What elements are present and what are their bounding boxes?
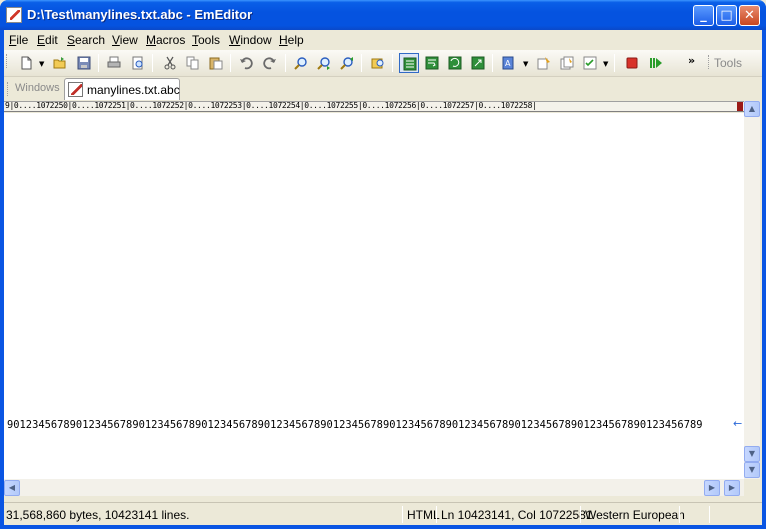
wrap-window-icon[interactable] bbox=[445, 53, 465, 73]
toolbar-separator bbox=[152, 54, 153, 72]
print-preview-icon[interactable] bbox=[128, 53, 148, 73]
menu-bar: File Edit Search View Macros Tools Windo… bbox=[4, 30, 762, 49]
status-divider bbox=[580, 506, 581, 523]
new-document-icon[interactable] bbox=[16, 53, 36, 73]
end-of-line-icon: ← bbox=[733, 417, 743, 430]
status-bar: 31,568,860 bytes, 10423141 lines. HTML L… bbox=[4, 502, 762, 525]
title-bar[interactable]: D:\Test\manylines.txt.abc - EmEditor _ □… bbox=[0, 0, 766, 30]
status-mode[interactable]: HTML bbox=[407, 508, 440, 522]
scrollbar-corner bbox=[744, 479, 760, 496]
find-next-icon[interactable] bbox=[314, 53, 334, 73]
minimize-button[interactable]: _ bbox=[693, 5, 714, 26]
scroll-down-button-1[interactable]: ▼ bbox=[744, 446, 760, 462]
status-divider bbox=[436, 506, 437, 523]
wrap-page-icon[interactable] bbox=[468, 53, 488, 73]
toolbar-separator bbox=[361, 54, 362, 72]
open-folder-icon[interactable] bbox=[50, 53, 70, 73]
redo-icon[interactable] bbox=[260, 53, 280, 73]
find-icon[interactable] bbox=[291, 53, 311, 73]
status-divider bbox=[679, 506, 680, 523]
scroll-right-button-2[interactable]: ▶ bbox=[724, 480, 740, 496]
stop-recording-icon[interactable] bbox=[622, 53, 642, 73]
toolbar-separator bbox=[614, 54, 615, 72]
toolbar-overflow-button[interactable]: » bbox=[688, 54, 695, 67]
maximize-button[interactable]: □ bbox=[716, 5, 737, 26]
toolbar-separator bbox=[230, 54, 231, 72]
scroll-right-button-1[interactable]: ▶ bbox=[704, 480, 720, 496]
client-area: File Edit Search View Macros Tools Windo… bbox=[4, 30, 762, 525]
menu-file[interactable]: File bbox=[9, 33, 28, 47]
toolbar-separator bbox=[392, 54, 393, 72]
toolbar-separator bbox=[285, 54, 286, 72]
scroll-up-button[interactable]: ▲ bbox=[744, 101, 760, 117]
menu-window[interactable]: Window bbox=[229, 33, 272, 47]
tabbar-grip[interactable] bbox=[7, 82, 10, 96]
editor-line[interactable]: 9012345678901234567890123456789012345678… bbox=[7, 419, 703, 431]
macro-select-icon[interactable] bbox=[534, 53, 554, 73]
menu-view[interactable]: View bbox=[112, 33, 138, 47]
toolbar-separator bbox=[492, 54, 493, 72]
cut-icon[interactable] bbox=[160, 53, 180, 73]
ruler-caret-marker bbox=[737, 102, 743, 111]
plugins-dropdown-icon[interactable]: ▼ bbox=[603, 60, 608, 68]
app-window: D:\Test\manylines.txt.abc - EmEditor _ □… bbox=[0, 0, 766, 529]
toolbar: ▼ A ▼ ▼ » Tools bbox=[4, 50, 762, 77]
windows-label: Windows bbox=[15, 82, 60, 94]
status-encoding[interactable]: Western European bbox=[585, 508, 685, 522]
text-editor[interactable]: 9012345678901234567890123456789012345678… bbox=[4, 113, 744, 479]
encoding-dropdown-icon[interactable]: ▼ bbox=[523, 60, 528, 68]
ruler[interactable]: 9|0....1072250|0....1072251|0....1072252… bbox=[4, 101, 746, 112]
undo-icon[interactable] bbox=[236, 53, 256, 73]
view-mode-icon[interactable] bbox=[399, 53, 419, 73]
toolbar-separator bbox=[98, 54, 99, 72]
macro-options-icon[interactable] bbox=[557, 53, 577, 73]
status-divider bbox=[709, 506, 710, 523]
status-divider bbox=[402, 506, 403, 523]
menu-edit[interactable]: Edit bbox=[37, 33, 58, 47]
vertical-scrollbar[interactable]: ▲ ▼ ▼ bbox=[744, 101, 760, 479]
close-button[interactable]: ✕ bbox=[739, 5, 760, 26]
svg-text:A: A bbox=[505, 59, 511, 68]
windows-tab-bar: Windows manylines.txt.abc bbox=[4, 78, 762, 100]
menu-macros[interactable]: Macros bbox=[146, 33, 185, 47]
menu-help[interactable]: Help bbox=[279, 33, 304, 47]
status-file-size: 31,568,860 bytes, 10423141 lines. bbox=[6, 508, 190, 522]
tab-label: manylines.txt.abc bbox=[87, 83, 180, 97]
run-macro-icon[interactable] bbox=[646, 53, 666, 73]
find-in-files-icon[interactable] bbox=[368, 53, 388, 73]
find-previous-icon[interactable] bbox=[337, 53, 357, 73]
tools-toolbar-label[interactable]: Tools bbox=[714, 56, 742, 70]
toolbar-grip[interactable] bbox=[6, 54, 9, 68]
tab-manylines[interactable]: manylines.txt.abc bbox=[64, 78, 180, 100]
horizontal-scrollbar[interactable]: ◀ ▶ ▶ bbox=[4, 479, 744, 496]
copy-icon[interactable] bbox=[183, 53, 203, 73]
window-title: D:\Test\manylines.txt.abc - EmEditor bbox=[27, 7, 253, 22]
plugins-icon[interactable] bbox=[580, 53, 600, 73]
ruler-scale: 9|0....1072250|0....1072251|0....1072252… bbox=[5, 101, 537, 110]
status-position[interactable]: Ln 10423141, Col 10722581 bbox=[441, 508, 592, 522]
new-dropdown-icon[interactable]: ▼ bbox=[39, 60, 44, 68]
scroll-down-button-2[interactable]: ▼ bbox=[744, 462, 760, 478]
document-icon bbox=[68, 82, 83, 97]
tools-toolbar-grip[interactable] bbox=[708, 55, 711, 69]
scroll-left-button[interactable]: ◀ bbox=[4, 480, 20, 496]
print-icon[interactable] bbox=[104, 53, 124, 73]
app-icon[interactable] bbox=[6, 7, 22, 23]
encoding-icon[interactable]: A bbox=[499, 53, 519, 73]
save-icon[interactable] bbox=[74, 53, 94, 73]
menu-search[interactable]: Search bbox=[67, 33, 105, 47]
paste-icon[interactable] bbox=[206, 53, 226, 73]
word-wrap-icon[interactable] bbox=[422, 53, 442, 73]
menu-tools[interactable]: Tools bbox=[192, 33, 220, 47]
